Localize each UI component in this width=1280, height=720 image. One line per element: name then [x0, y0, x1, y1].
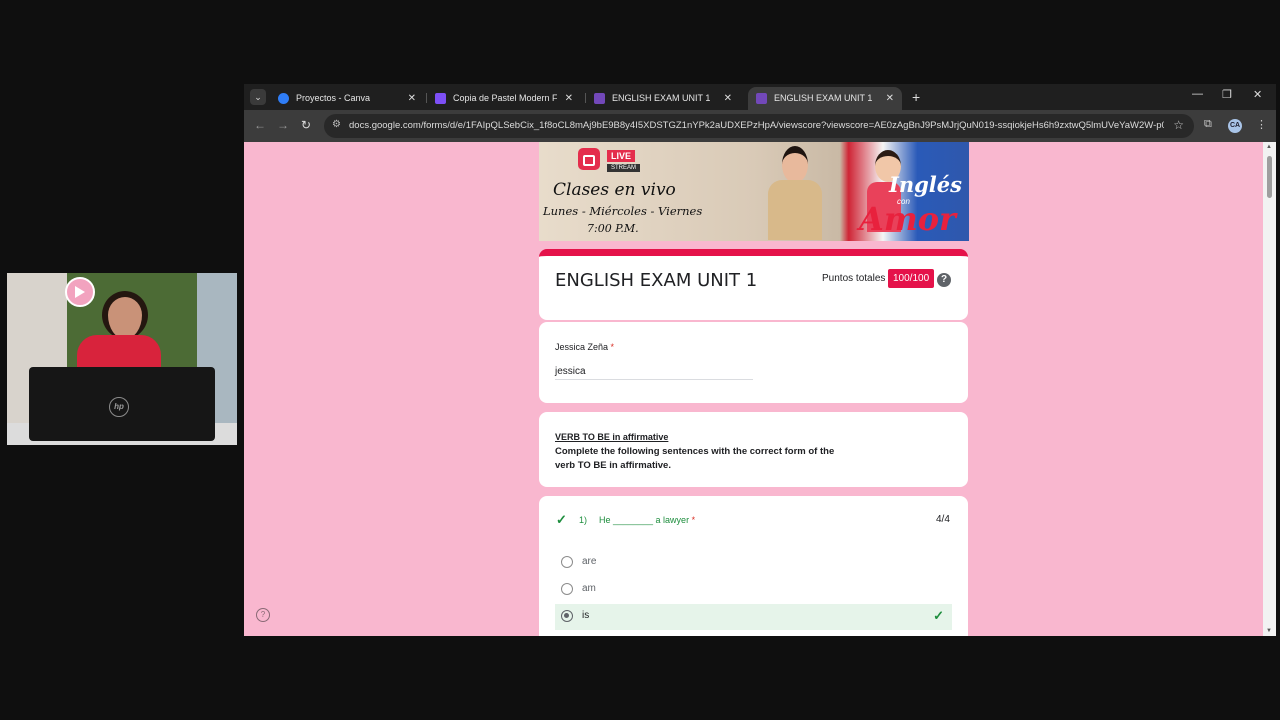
site-info-icon[interactable]: ⚙ — [332, 119, 341, 130]
page-help-icon[interactable]: ? — [256, 608, 270, 622]
tab-title: ENGLISH EXAM UNIT 1 — [774, 93, 873, 103]
score-badge: 100/100 — [888, 269, 935, 288]
page-scrollbar[interactable]: ▲ ▼ — [1263, 142, 1276, 636]
option-are[interactable]: are — [555, 550, 952, 576]
forward-icon[interactable]: → — [277, 118, 289, 132]
browser-toolbar: ← → ↻ ⚙ docs.google.com/forms/d/e/1FAIpQ… — [244, 110, 1276, 142]
answer-underline — [555, 379, 753, 380]
scroll-down-icon[interactable]: ▼ — [1266, 628, 1272, 634]
tab-exam-2-active[interactable]: ENGLISH EXAM UNIT 1 ✕ — [748, 87, 902, 110]
forms-favicon-icon — [756, 93, 767, 104]
option-label: are — [582, 556, 597, 567]
scrollbar-thumb[interactable] — [1267, 156, 1272, 198]
radio-button[interactable] — [561, 583, 573, 595]
webcam-play-sign — [65, 277, 95, 307]
banner-time: 7:00 P.M. — [587, 222, 639, 235]
section-title: VERB TO BE in affirmative — [555, 432, 669, 442]
question-1-title: He ________ a lawyer * — [599, 515, 695, 525]
option-label: am — [582, 583, 596, 594]
video-camera-icon — [578, 148, 600, 170]
heart-favicon-icon — [435, 93, 446, 104]
option-label: is — [582, 610, 590, 621]
menu-kebab-icon[interactable]: ⋮ — [1256, 118, 1267, 131]
forms-favicon-icon — [594, 93, 605, 104]
name-answer: jessica — [555, 366, 586, 377]
close-tab-icon[interactable]: ✕ — [408, 87, 416, 110]
stream-label: STREAM — [607, 164, 641, 172]
form-title: ENGLISH EXAM UNIT 1 — [555, 270, 758, 291]
minimize-icon[interactable]: — — [1192, 88, 1203, 100]
close-tab-icon[interactable]: ✕ — [724, 87, 732, 110]
banner-days: Lunes - Miércoles - Viernes — [543, 204, 703, 218]
close-tab-icon[interactable]: ✕ — [886, 87, 894, 110]
webcam-presenter-head — [102, 291, 148, 339]
laptop-logo: hp — [109, 397, 129, 417]
tab-canva-design[interactable]: Copia de Pastel Modern Funny ✕ — [427, 87, 581, 110]
reload-icon[interactable]: ↻ — [301, 118, 311, 132]
question-1-card: ✓ 1) He ________ a lawyer * 4/4 are am i… — [539, 496, 968, 636]
correct-check-icon: ✓ — [933, 608, 944, 623]
section-description: Complete the following sentences with th… — [555, 446, 835, 471]
tab-canva-projects[interactable]: Proyectos - Canva ✕ — [270, 87, 424, 110]
banner-teacher-photo — [764, 144, 824, 241]
browser-window: ⌄ Proyectos - Canva ✕ Copia de Pastel Mo… — [244, 84, 1276, 636]
section-header-card: VERB TO BE in affirmative Complete the f… — [539, 412, 968, 487]
window-close-icon[interactable]: ✕ — [1253, 88, 1262, 101]
required-asterisk: * — [691, 515, 696, 525]
points-label: Puntos totales — [822, 273, 886, 284]
brand-amor: Amor — [859, 200, 956, 238]
question-text: He ________ a lawyer — [599, 515, 690, 525]
webcam-overlay: hp — [7, 273, 237, 445]
header-banner-image: LIVE STREAM Clases en vivo Lunes - Miérc… — [539, 142, 969, 241]
form-title-card: ENGLISH EXAM UNIT 1 Puntos totales 100/1… — [539, 249, 968, 320]
name-question-card: Jessica Zeña * jessica — [539, 322, 968, 403]
scroll-up-icon[interactable]: ▲ — [1266, 144, 1272, 150]
close-tab-icon[interactable]: ✕ — [565, 87, 573, 110]
tab-title: Copia de Pastel Modern Funny — [453, 93, 557, 103]
tab-search-icon[interactable]: ⌄ — [250, 89, 266, 105]
option-is[interactable]: is ✓ — [555, 604, 952, 630]
tab-title: Proyectos - Canva — [296, 93, 371, 103]
required-asterisk: * — [610, 342, 615, 352]
question-number: 1) — [579, 515, 588, 525]
back-icon[interactable]: ← — [254, 118, 266, 132]
tab-exam-1[interactable]: ENGLISH EXAM UNIT 1 ✕ — [586, 87, 740, 110]
address-bar[interactable]: ⚙ docs.google.com/forms/d/e/1FAIpQLSebCi… — [324, 114, 1194, 138]
page-content: LIVE STREAM Clases en vivo Lunes - Miérc… — [244, 142, 1263, 636]
url-text[interactable]: docs.google.com/forms/d/e/1FAIpQLSebCix_… — [349, 114, 1164, 138]
question-score: 4/4 — [936, 514, 950, 525]
help-icon[interactable]: ? — [937, 273, 951, 287]
bookmark-star-icon[interactable]: ☆ — [1173, 118, 1184, 132]
brand-ingles: Inglés — [889, 172, 962, 197]
tab-strip: ⌄ Proyectos - Canva ✕ Copia de Pastel Mo… — [244, 84, 1276, 110]
banner-heading: Clases en vivo — [553, 180, 676, 200]
restore-icon[interactable]: ❐ — [1222, 88, 1232, 101]
live-label: LIVE — [607, 150, 636, 162]
option-am[interactable]: am — [555, 577, 952, 603]
correct-check-icon: ✓ — [556, 512, 567, 527]
tab-title: ENGLISH EXAM UNIT 1 — [612, 93, 711, 103]
question-title: Jessica Zeña — [555, 342, 609, 352]
radio-button[interactable] — [561, 556, 573, 568]
canva-favicon-icon — [278, 93, 289, 104]
extensions-icon[interactable]: ⧉ — [1204, 118, 1212, 131]
name-question-label: Jessica Zeña * — [555, 342, 614, 352]
new-tab-icon[interactable]: + — [912, 87, 920, 107]
radio-button-selected[interactable] — [561, 610, 573, 622]
profile-avatar[interactable]: CA — [1228, 119, 1242, 133]
